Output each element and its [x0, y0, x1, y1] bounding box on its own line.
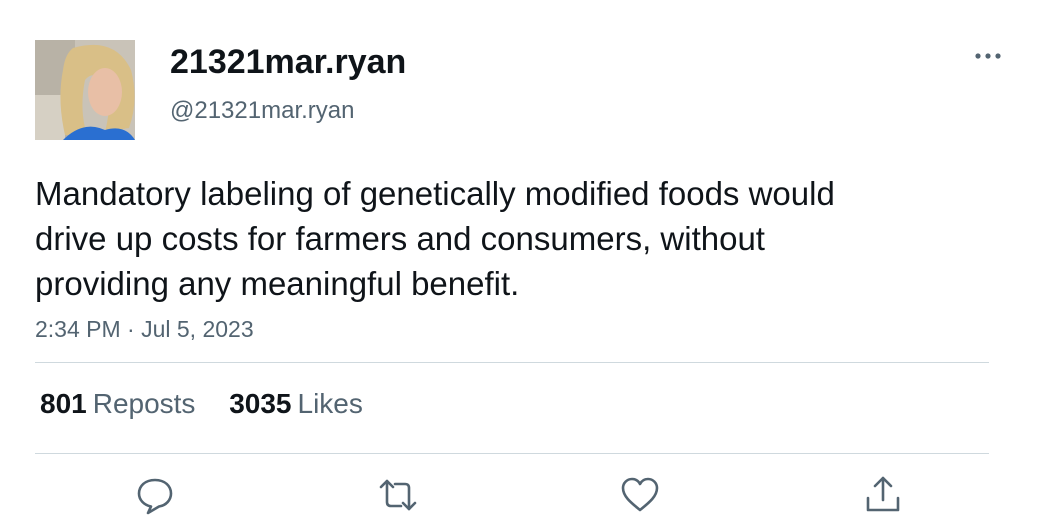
more-options-icon[interactable]	[970, 44, 1006, 68]
likes-label: Likes	[297, 388, 363, 419]
engagement-stats: 801 Reposts 3035 Likes	[40, 388, 389, 420]
divider	[35, 453, 989, 454]
like-icon[interactable]	[619, 474, 661, 516]
share-icon[interactable]	[862, 474, 904, 516]
reply-icon[interactable]	[134, 474, 176, 516]
avatar[interactable]	[35, 40, 135, 140]
likes-count: 3035	[229, 388, 292, 419]
repost-icon[interactable]	[377, 474, 419, 516]
reposts-count: 801	[40, 388, 87, 419]
divider	[35, 362, 989, 363]
reposts-stat[interactable]: 801 Reposts	[40, 388, 195, 420]
tweet-text: Mandatory labeling of genetically modifi…	[35, 175, 835, 302]
tweet-card: 21321mar.ryan @21321mar.ryan Mandatory l…	[0, 0, 1050, 525]
tweet-timestamp[interactable]: 2:34 PM · Jul 5, 2023	[35, 316, 254, 343]
likes-stat[interactable]: 3035 Likes	[229, 388, 363, 420]
user-handle[interactable]: @21321mar.ryan	[170, 97, 354, 125]
reposts-label: Reposts	[92, 388, 196, 419]
display-name[interactable]: 21321mar.ryan	[170, 43, 406, 82]
